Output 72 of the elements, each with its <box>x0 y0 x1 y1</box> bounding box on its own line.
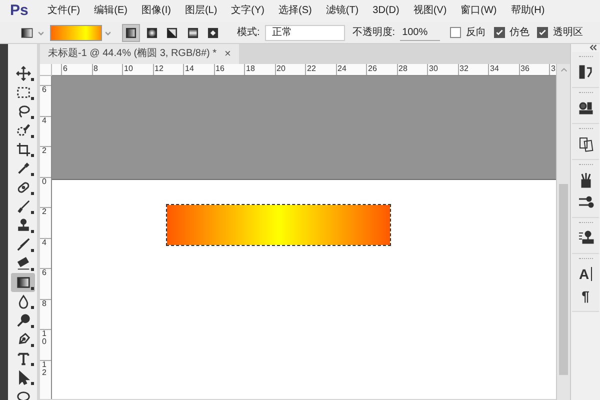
checkbox-label: 透明区 <box>553 26 584 40</box>
reflected-gradient-icon <box>186 26 200 40</box>
bandage-icon <box>16 180 30 195</box>
mode-dropdown[interactable]: 正常 <box>264 24 345 40</box>
ruler-label: 6 <box>42 86 46 94</box>
menu-item[interactable]: 3D(D) <box>366 0 406 22</box>
scrollbar-thumb[interactable] <box>559 184 568 375</box>
opacity-label: 不透明度: <box>352 26 396 40</box>
stamp-icon <box>16 218 30 233</box>
menu-item[interactable]: 视图(V) <box>406 0 454 22</box>
checkmark-icon <box>494 28 504 37</box>
slider-settings-icon <box>578 194 594 210</box>
ruler-label: 2 <box>42 208 46 216</box>
gradient-swatch <box>50 24 102 40</box>
diamond-gradient-icon <box>206 26 220 40</box>
radial-gradient-icon <box>144 26 158 40</box>
angle-gradient-icon <box>165 26 179 40</box>
quick-select-icon <box>16 123 30 138</box>
ruler-label: 8 <box>42 300 46 308</box>
crop-icon <box>16 142 30 157</box>
checkbox[interactable] <box>450 27 462 38</box>
ruler-label: 4 <box>42 116 46 124</box>
menu-item[interactable]: 帮助(H) <box>504 0 552 22</box>
history-icon <box>578 64 594 80</box>
gradient-preset-icon <box>20 26 34 40</box>
scroll-up-icon <box>560 66 568 74</box>
document-title: 未标题-1 @ 44.4% (椭圆 3, RGB/8#) * <box>48 46 217 61</box>
ruler-label: 4 <box>42 238 46 246</box>
linear-gradient-icon <box>124 26 138 40</box>
gradient-tool-button[interactable] <box>11 273 35 292</box>
ruler-label: 10 <box>42 330 46 346</box>
opacity-field[interactable]: 100% <box>400 24 440 40</box>
menu-item[interactable]: 图像(I) <box>134 0 178 22</box>
checkbox-label: 反向 <box>466 26 486 40</box>
history-brush-icon <box>16 237 30 252</box>
menu-item[interactable]: 图层(L) <box>178 0 224 22</box>
linear-gradient-button[interactable] <box>122 24 140 42</box>
menu-item[interactable]: 窗口(W) <box>454 0 504 22</box>
rectangle-marquee-icon <box>16 85 30 100</box>
transform-icon <box>578 136 594 152</box>
gradient-icon <box>16 275 30 290</box>
checkbox[interactable] <box>537 27 548 38</box>
menu-item[interactable]: 选择(S) <box>272 0 319 22</box>
close-tab-button[interactable]: × <box>224 44 231 64</box>
eyedropper-icon <box>16 161 30 176</box>
ruler-label: 0 <box>42 178 46 186</box>
collapse-icon <box>589 44 597 51</box>
mode-label: 模式: <box>237 26 260 40</box>
brush-icon <box>16 199 30 214</box>
tool-preset-picker[interactable] <box>20 26 44 40</box>
checkmark-icon <box>538 28 548 37</box>
menu-item[interactable]: 文字(Y) <box>224 0 272 22</box>
type-tool-icon <box>16 351 30 366</box>
ruler-label: 12 <box>42 360 46 376</box>
character-panel-button[interactable]: A <box>572 263 598 285</box>
ruler-label: 6 <box>42 269 46 277</box>
menu-item[interactable]: 文件(F) <box>40 0 88 22</box>
menu-item[interactable]: 编辑(E) <box>87 0 134 22</box>
vertical-scrollbar[interactable] <box>556 64 570 400</box>
checkbox-label: 仿色 <box>510 26 530 40</box>
eraser-icon <box>16 256 30 271</box>
ruler-label: 2 <box>42 147 46 155</box>
paragraph-panel-button[interactable]: ¶ <box>572 285 598 307</box>
properties-icon <box>578 100 594 116</box>
menu-item[interactable]: 滤镜(T) <box>318 0 366 22</box>
move-icon <box>16 66 30 81</box>
checkbox[interactable] <box>494 27 505 38</box>
app-logo: Ps <box>9 1 30 21</box>
document-tab[interactable]: 未标题-1 @ 44.4% (椭圆 3, RGB/8#) * × <box>40 44 239 64</box>
dodge-icon <box>16 313 30 328</box>
clone-stamp-icon <box>578 230 594 246</box>
gradient-picker[interactable] <box>50 24 112 40</box>
